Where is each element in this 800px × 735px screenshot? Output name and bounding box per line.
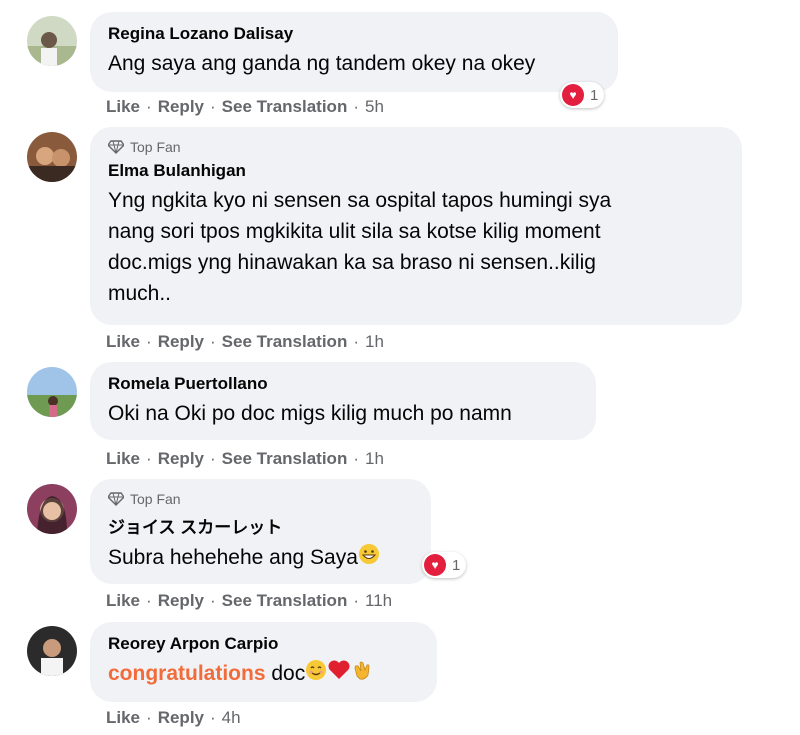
timestamp[interactable]: 4h: [222, 708, 241, 728]
separator: ·: [210, 708, 216, 727]
reply-link[interactable]: Reply: [158, 449, 204, 469]
smiling-face-emoji-icon: [305, 659, 327, 690]
top-fan-badge: Top Fan: [108, 139, 724, 155]
like-link[interactable]: Like: [106, 332, 140, 352]
comment-bubble: Reorey Arpon Carpio congratulations doc: [90, 622, 437, 702]
reply-link[interactable]: Reply: [158, 332, 204, 352]
see-translation-link[interactable]: See Translation: [222, 97, 348, 117]
top-fan-label: Top Fan: [130, 139, 181, 155]
separator: ·: [210, 449, 216, 468]
comment-bubble: Top Fan ジョイス スカーレット Subra hehehehe ang S…: [90, 479, 431, 584]
reaction-count: 1: [452, 556, 461, 574]
comment-actions: Like · Reply · See Translation · 1h: [106, 449, 384, 469]
separator: ·: [146, 97, 152, 116]
see-translation-link[interactable]: See Translation: [222, 591, 348, 611]
separator: ·: [353, 591, 360, 610]
avatar[interactable]: [27, 484, 77, 534]
red-heart-emoji-icon: [327, 659, 351, 690]
like-link[interactable]: Like: [106, 591, 140, 611]
love-reaction-icon: ♥: [424, 554, 446, 576]
grinning-face-emoji-icon: [358, 543, 380, 574]
comment-line: nang sori tpos mgkikita ulit sila sa kot…: [108, 220, 601, 243]
separator: ·: [146, 708, 152, 727]
like-link[interactable]: Like: [106, 708, 140, 728]
reaction-badge[interactable]: ♥ 1: [422, 552, 467, 578]
comment-text-content: doc: [265, 662, 306, 686]
diamond-icon: [108, 140, 124, 154]
avatar[interactable]: [27, 16, 77, 66]
reaction-count: 1: [590, 86, 599, 104]
comment-line: much..: [108, 282, 172, 305]
avatar[interactable]: [27, 626, 77, 676]
separator: ·: [146, 591, 152, 610]
comment-bubble: Romela Puertollano Oki na Oki po doc mig…: [90, 362, 596, 440]
top-fan-label: Top Fan: [130, 491, 181, 507]
separator: ·: [146, 449, 152, 468]
author-name[interactable]: Romela Puertollano: [108, 374, 578, 394]
author-name[interactable]: Reorey Arpon Carpio: [108, 634, 419, 654]
timestamp[interactable]: 1h: [365, 449, 384, 469]
top-fan-badge: Top Fan: [108, 491, 413, 507]
like-link[interactable]: Like: [106, 449, 140, 469]
timestamp[interactable]: 1h: [365, 332, 384, 352]
author-name[interactable]: Regina Lozano Dalisay: [108, 24, 600, 44]
timestamp[interactable]: 5h: [365, 97, 384, 117]
love-reaction-icon: ♥: [562, 84, 584, 106]
like-link[interactable]: Like: [106, 97, 140, 117]
separator: ·: [146, 332, 152, 351]
reaction-badge[interactable]: ♥ 1: [560, 82, 605, 108]
comment-text: Ang saya ang ganda ng tandem okey na oke…: [108, 52, 536, 75]
clapping-hands-emoji-icon: [351, 658, 375, 691]
comment-actions: Like · Reply · See Translation · 11h: [106, 591, 392, 611]
comment-text: congratulations doc: [108, 658, 419, 691]
comment-actions: Like · Reply · See Translation · 1h: [106, 332, 384, 352]
reply-link[interactable]: Reply: [158, 97, 204, 117]
avatar[interactable]: [27, 132, 77, 182]
comment-bubble: Regina Lozano Dalisay Ang saya ang ganda…: [90, 12, 618, 92]
reply-link[interactable]: Reply: [158, 708, 204, 728]
see-translation-link[interactable]: See Translation: [222, 332, 348, 352]
timestamp[interactable]: 11h: [365, 591, 392, 611]
separator: ·: [353, 97, 360, 116]
comment-bubble: Top Fan Elma Bulanhigan Yng ngkita kyo n…: [90, 127, 742, 325]
separator: ·: [353, 332, 360, 351]
comment-actions: Like · Reply · 4h: [106, 708, 241, 728]
avatar[interactable]: [27, 367, 77, 417]
congratulations-highlight[interactable]: congratulations: [108, 662, 266, 685]
see-translation-link[interactable]: See Translation: [222, 449, 348, 469]
separator: ·: [210, 591, 216, 610]
reply-link[interactable]: Reply: [158, 591, 204, 611]
comment-text-content: Subra hehehehe ang Saya: [108, 546, 358, 569]
comment-text: Yng ngkita kyo ni sensen sa ospital tapo…: [108, 185, 724, 309]
comment-text: Subra hehehehe ang Saya: [108, 542, 413, 574]
comment-line: doc.migs yng hinawakan ka sa braso ni se…: [108, 251, 596, 274]
separator: ·: [353, 449, 360, 468]
comment-actions: Like · Reply · See Translation · 5h: [106, 97, 384, 117]
separator: ·: [210, 97, 216, 116]
comment-line: Yng ngkita kyo ni sensen sa ospital tapo…: [108, 189, 612, 212]
comment-text: Oki na Oki po doc migs kilig much po nam…: [108, 402, 512, 425]
diamond-icon: [108, 492, 124, 506]
separator: ·: [210, 332, 216, 351]
author-name[interactable]: Elma Bulanhigan: [108, 161, 724, 181]
author-name[interactable]: ジョイス スカーレット: [108, 513, 413, 538]
